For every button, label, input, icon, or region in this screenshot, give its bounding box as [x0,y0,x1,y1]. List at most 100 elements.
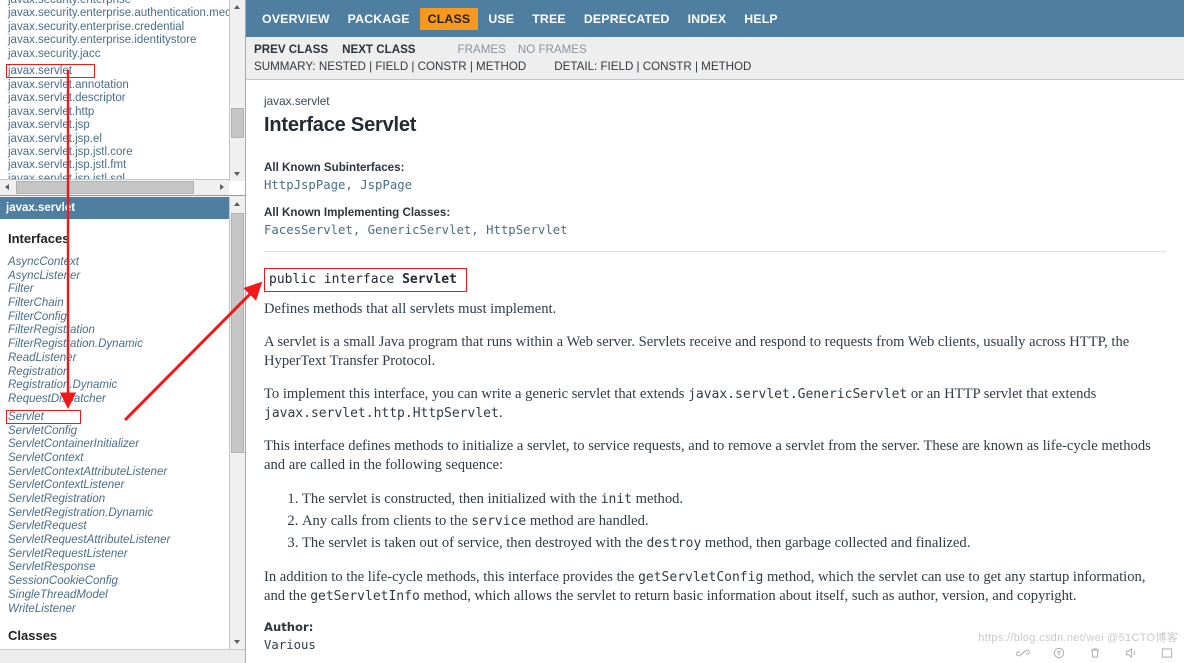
scroll-right-arrow-icon[interactable] [214,180,229,195]
class-list-item[interactable]: ServletContextListener [8,479,229,493]
detail-links[interactable]: DETAIL: FIELD | CONSTR | METHOD [554,60,751,73]
class-list-item[interactable]: ServletRegistration [8,493,229,507]
p3-text-a: To implement this interface, you can wri… [264,386,689,402]
nav-link-help[interactable]: HELP [736,8,786,30]
package-list-item[interactable]: javax.servlet.jsp.el [6,133,228,146]
nav-link-deprecated[interactable]: DEPRECATED [576,8,678,30]
lifecycle-step: The servlet is constructed, then initial… [302,489,1166,510]
subnav-row-class-links: PREV CLASS NEXT CLASS FRAMES NO FRAMES [246,41,1184,58]
class-list-item[interactable]: ServletResponse [8,561,229,575]
next-class-link[interactable]: NEXT CLASS [342,43,415,56]
nav-link-index[interactable]: INDEX [680,8,735,30]
p3-code-generic-servlet: javax.servlet.GenericServlet [688,387,908,402]
class-list-item[interactable]: WriteListener [8,603,229,617]
class-list-item[interactable]: SessionCookieConfig [8,575,229,589]
class-list-item[interactable]: FilterRegistration [8,324,229,338]
class-list-item[interactable]: AsyncContext [8,256,229,270]
prev-class-link[interactable]: PREV CLASS [254,43,328,56]
implementing-classes-list[interactable]: FacesServlet, GenericServlet, HttpServle… [264,223,1166,237]
class-list-item[interactable]: FilterChain [8,297,229,311]
scroll-down-arrow-icon[interactable] [230,166,245,181]
description-paragraph-4: This interface defines methods to initia… [264,438,1151,473]
p3-text-c: . [498,405,503,421]
scrollbar-thumb[interactable] [231,108,244,138]
reader-mode-icon[interactable] [1052,646,1066,660]
package-list-item[interactable]: javax.security.enterprise.credential [6,21,228,34]
subinterfaces-list[interactable]: HttpJspPage, JspPage [264,178,1166,192]
class-list-item[interactable]: ServletContext [8,452,229,466]
step-text-b: method. [632,491,684,507]
class-list-vertical-scrollbar[interactable] [229,197,245,663]
scroll-left-arrow-icon[interactable] [0,180,15,195]
no-frames-link[interactable]: NO FRAMES [518,43,587,56]
class-list[interactable]: Interfaces AsyncContext AsyncListener Filte… [0,219,229,663]
package-list-vertical-scrollbar[interactable] [229,0,245,181]
class-list-item[interactable]: ServletRequestAttributeListener [8,534,229,548]
class-list-item[interactable]: Registration.Dynamic [8,379,229,393]
package-list-item[interactable]: javax.servlet.jsp.jstl.fmt [6,159,228,172]
nav-link-use[interactable]: USE [480,8,522,30]
p3-code-http-servlet: javax.servlet.http.HttpServlet [264,406,499,421]
class-list-item[interactable]: FilterConfig [8,311,229,325]
class-list-item[interactable]: ServletRequestListener [8,548,229,562]
description-paragraph-3: To implement this interface, you can wri… [264,385,1166,423]
class-declaration: public interface Servlet [269,272,457,287]
scroll-up-arrow-icon[interactable] [230,0,245,15]
class-list-item[interactable]: ServletConfig [8,425,229,439]
window-icon[interactable] [1160,646,1174,660]
package-list-horizontal-scrollbar[interactable] [0,179,229,195]
package-list-item[interactable]: javax.security.enterprise.authentication… [6,7,245,20]
class-list-section-heading: Classes [8,628,58,644]
sub-navigation-bar: PREV CLASS NEXT CLASS FRAMES NO FRAMES S… [246,37,1184,80]
p5-text-a: In addition to the life-cycle methods, t… [264,569,639,585]
class-list-frame[interactable]: javax.servlet Interfaces AsyncContext Asyn… [0,197,245,663]
scroll-up-arrow-icon[interactable] [230,197,245,212]
step-text-a: The servlet is constructed, then initial… [302,491,601,507]
top-navigation-bar[interactable]: OVERVIEW PACKAGE CLASS USE TREE DEPRECATED IND… [246,0,1184,37]
package-list-item[interactable]: javax.servlet.jsp.jstl.core [6,146,228,159]
class-list-item[interactable]: Filter [8,283,229,297]
class-list-item[interactable]: Servlet [6,409,81,424]
package-list-item[interactable]: javax.servlet.jsp [6,119,228,132]
scrollbar-thumb[interactable] [231,213,244,453]
bottom-icon-bar[interactable] [1016,643,1180,663]
class-list-package-header: javax.servlet [0,197,229,219]
summary-links[interactable]: SUMMARY: NESTED | FIELD | CONSTR | METHO… [254,60,526,73]
class-list-item[interactable]: SingleThreadModel [8,589,229,603]
class-list-item[interactable]: ServletRequest [8,520,229,534]
class-list-item[interactable]: Registration [8,366,229,380]
description-paragraph-5: In addition to the life-cycle methods, t… [264,568,1166,606]
frames-link[interactable]: FRAMES [458,43,506,56]
nav-link-package[interactable]: PACKAGE [340,8,418,30]
package-list-item[interactable]: javax.security.jacc [6,48,228,61]
p5-code-get-servlet-info: getServletInfo [310,589,420,604]
class-list-item[interactable]: ServletContainerInitializer [8,438,229,452]
package-list[interactable]: javax.security.enterprise javax.security.… [0,0,245,186]
package-list-item[interactable]: javax.servlet.http [6,106,228,119]
package-list-item[interactable]: javax.security.enterprise.identitystore [6,34,228,47]
left-frame-bottom-strip [0,649,245,663]
nav-link-overview[interactable]: OVERVIEW [254,8,338,30]
package-list-item[interactable]: javax.servlet [6,63,95,78]
declaration-name: Servlet [402,272,457,287]
lifecycle-step: Any calls from clients to the service me… [302,511,1166,532]
class-list-item[interactable]: ServletRegistration.Dynamic [8,507,229,521]
link-icon[interactable] [1016,646,1030,660]
scroll-down-arrow-icon[interactable] [230,634,245,649]
nav-link-tree[interactable]: TREE [524,8,574,30]
nav-link-class[interactable]: CLASS [419,7,479,30]
package-list-item[interactable]: javax.servlet.descriptor [6,92,228,105]
class-list-item[interactable]: ServletContextAttributeListener [8,466,229,480]
step-text-a: Any calls from clients to the [302,513,472,529]
volume-icon[interactable] [1124,646,1138,660]
class-list-item[interactable]: RequestDispatcher [8,393,229,407]
package-list-item[interactable]: javax.servlet.annotation [6,79,228,92]
description-paragraph-1: Defines methods that all servlets must i… [264,301,557,317]
package-list-frame[interactable]: javax.security.enterprise javax.security.… [0,0,245,196]
hscrollbar-thumb[interactable] [16,181,194,194]
trash-icon[interactable] [1088,646,1102,660]
class-list-item[interactable]: AsyncListener [8,270,229,284]
package-list-item[interactable]: javax.security.enterprise [6,0,228,7]
class-list-item[interactable]: ReadListener [8,352,229,366]
class-list-item[interactable]: FilterRegistration.Dynamic [8,338,229,352]
